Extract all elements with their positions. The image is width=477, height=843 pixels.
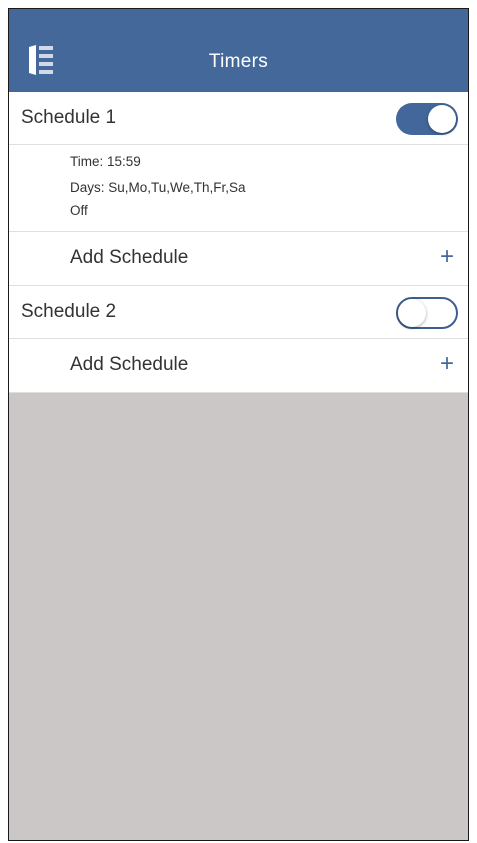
schedule-row-2: Schedule 2 [9,286,468,339]
toggle-knob [428,105,456,133]
schedule-1-details[interactable]: Time: 15:59 Days: Su,Mo,Tu,We,Th,Fr,Sa O… [9,145,468,232]
toggle-knob [398,299,426,327]
schedule-1-toggle[interactable] [396,103,458,135]
plus-icon[interactable]: + [440,245,454,269]
phone-screen: Timers Schedule 1 Time: 15:59 Days: Su,M… [8,8,469,841]
schedule-name: Schedule 1 [21,107,117,128]
schedule-days: Days: Su,Mo,Tu,We,Th,Fr,Sa [70,180,246,195]
add-schedule-label: Add Schedule [70,247,189,268]
schedule-list: Schedule 1 Time: 15:59 Days: Su,Mo,Tu,We… [9,92,468,393]
schedule-name: Schedule 2 [21,301,117,322]
schedule-action: Off [70,203,88,218]
plus-icon[interactable]: + [440,352,454,376]
add-schedule-button-1[interactable]: Add Schedule + [9,232,468,286]
schedule-time: Time: 15:59 [70,154,141,169]
add-schedule-label: Add Schedule [70,354,189,375]
schedule-2-toggle[interactable] [396,297,458,329]
schedule-row-1: Schedule 1 [9,92,468,145]
add-schedule-button-2[interactable]: Add Schedule + [9,339,468,393]
nav-bar: Timers [9,9,468,92]
page-title: Timers [208,51,269,72]
